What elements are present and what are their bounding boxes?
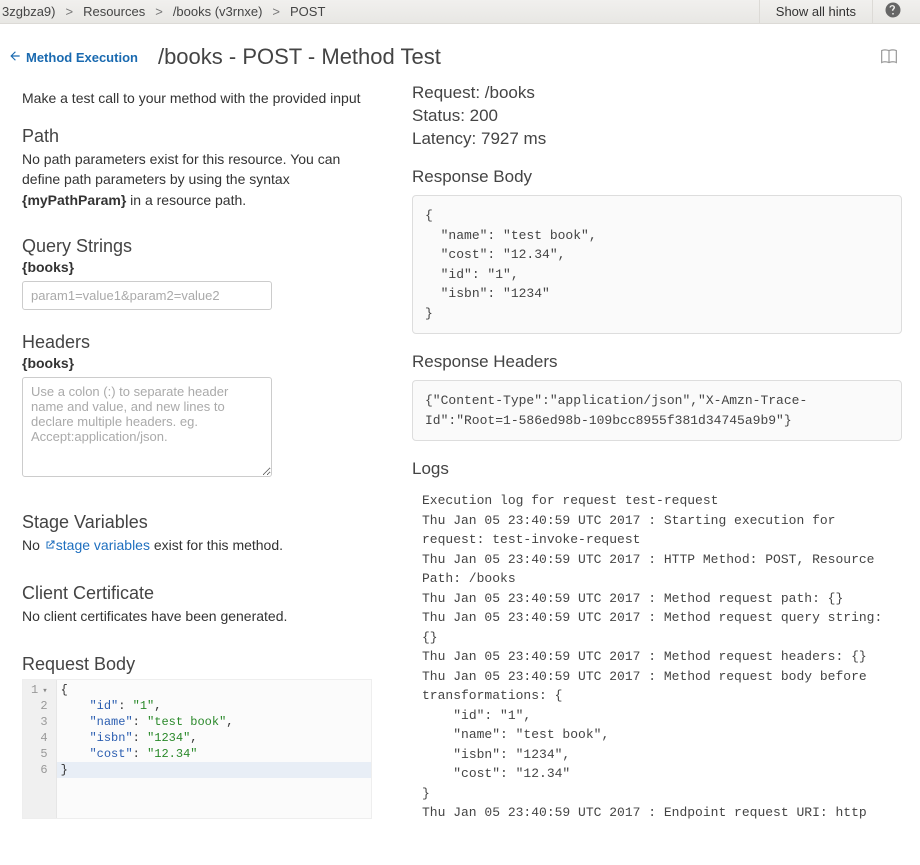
breadcrumb-item[interactable]: /books (v3rnxe)	[173, 4, 263, 19]
headers-heading: Headers	[22, 332, 372, 353]
response-headers-box: {"Content-Type":"application/json","X-Am…	[412, 380, 902, 441]
headers-sub: {books}	[22, 355, 372, 371]
stage-desc: No stage variables exist for this method…	[22, 535, 372, 555]
response-body-heading: Response Body	[412, 167, 902, 187]
page-header: Method Execution /books - POST - Method …	[0, 24, 920, 80]
stage-heading: Stage Variables	[22, 512, 372, 533]
help-button[interactable]	[872, 0, 912, 24]
back-link-label: Method Execution	[26, 50, 138, 65]
breadcrumb-item[interactable]: Resources	[83, 4, 145, 19]
logs-box: Execution log for request test-request T…	[412, 487, 902, 823]
response-body-box: { "name": "test book", "cost": "12.34", …	[412, 195, 902, 334]
intro-text: Make a test call to your method with the…	[22, 90, 372, 106]
breadcrumb-sep: >	[65, 4, 73, 19]
arrow-left-icon	[8, 49, 26, 66]
request-line: Request: /books	[412, 83, 902, 103]
book-icon	[878, 55, 900, 71]
breadcrumb-item[interactable]: POST	[290, 4, 325, 19]
requestbody-heading: Request Body	[22, 654, 372, 675]
logs-heading: Logs	[412, 459, 902, 479]
help-icon	[884, 1, 902, 22]
response-headers-heading: Response Headers	[412, 352, 902, 372]
query-sub: {books}	[22, 259, 372, 275]
path-heading: Path	[22, 126, 372, 147]
request-body-editor[interactable]: 123456 { "id": "1", "name": "test book",…	[22, 679, 372, 819]
headers-textarea[interactable]	[22, 377, 272, 477]
breadcrumb-bar: 3zgbza9) > Resources > /books (v3rnxe) >…	[0, 0, 920, 24]
breadcrumb-item[interactable]: 3zgbza9)	[2, 4, 55, 19]
clientcert-heading: Client Certificate	[22, 583, 372, 604]
editor-lines[interactable]: { "id": "1", "name": "test book", "isbn"…	[57, 680, 371, 818]
latency-line: Latency: 7927 ms	[412, 129, 902, 149]
back-link[interactable]: Method Execution	[8, 49, 138, 66]
breadcrumb-sep: >	[272, 4, 280, 19]
doc-icon-button[interactable]	[878, 46, 900, 68]
external-link-icon	[44, 537, 56, 553]
breadcrumb-sep: >	[155, 4, 163, 19]
clientcert-desc: No client certificates have been generat…	[22, 606, 372, 626]
show-hints-label: Show all hints	[776, 4, 856, 19]
editor-gutter: 123456	[23, 680, 57, 818]
page-title: /books - POST - Method Test	[158, 44, 878, 70]
breadcrumb: 3zgbza9) > Resources > /books (v3rnxe) >…	[0, 4, 759, 19]
query-input[interactable]	[22, 281, 272, 310]
path-description: No path parameters exist for this resour…	[22, 149, 372, 210]
status-line: Status: 200	[412, 106, 902, 126]
stage-variables-link[interactable]: stage variables	[56, 537, 150, 553]
query-heading: Query Strings	[22, 236, 372, 257]
show-hints-button[interactable]: Show all hints	[759, 0, 872, 24]
